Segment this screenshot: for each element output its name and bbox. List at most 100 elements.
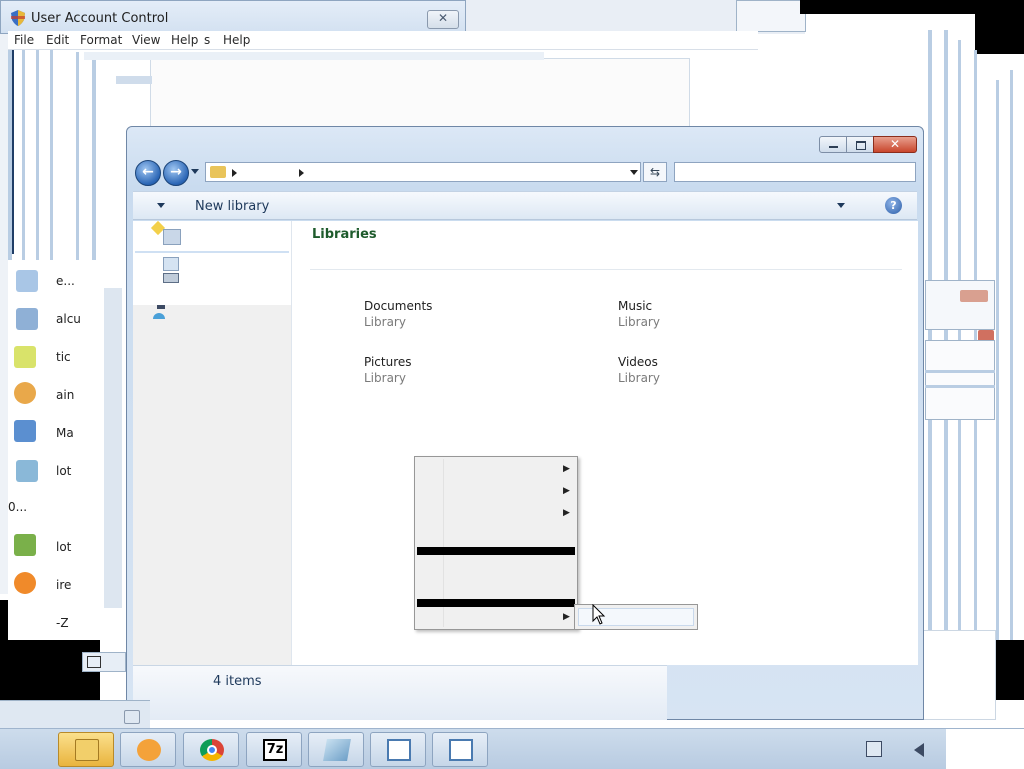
menu-view[interactable]: View [132,33,160,47]
show-desktop-area[interactable] [946,729,1024,769]
explorer-window: ✕ ← → ⇆ New library ? Libraries Document… [126,126,924,720]
maximize-icon [856,141,866,150]
network-icon[interactable] [153,313,165,319]
view-dropdown-icon[interactable] [837,203,845,208]
breadcrumb-arrow-icon[interactable] [299,169,304,177]
library-name: Documents [364,299,433,313]
close-icon [124,710,140,724]
library-icon[interactable] [163,229,181,245]
nav-pane-lower [133,305,291,665]
minimize-button[interactable] [819,136,847,153]
submenu-arrow-icon: ▶ [563,486,570,496]
back-button[interactable]: ← [135,160,161,186]
black-region [994,640,1024,700]
app-label: alcu [56,312,81,326]
library-item-pictures[interactable]: Pictures Library [364,355,504,389]
app-label: -Z [56,616,69,630]
background-window [150,58,690,128]
background-window [736,0,806,32]
taskbar-button-window-2[interactable] [432,732,488,767]
library-item-videos[interactable]: Videos Library [618,355,758,389]
chart-app-icon [14,534,36,556]
media-player-icon [137,739,161,761]
close-icon [960,290,988,302]
notepad-icon [323,739,351,761]
black-region [975,14,1024,54]
window-edge [0,34,8,594]
organize-dropdown-icon[interactable] [157,203,165,208]
taskbar-button-window-1[interactable] [370,732,426,767]
uac-close-button[interactable]: ✕ [427,10,459,29]
breadcrumb-arrow-icon[interactable] [232,169,237,177]
status-bar: 4 items [133,665,667,720]
menu-file[interactable]: File [14,33,34,47]
minimize-icon [829,146,838,148]
grid-icon [87,656,101,668]
window-fragment [82,652,126,672]
menu-separator [417,547,575,555]
app-label: Ma [56,426,74,440]
mouse-cursor-icon [592,604,606,625]
app-label: 0... [8,500,28,514]
context-menu-item[interactable]: ▶ [417,459,575,481]
taskbar-button-7zip[interactable]: 7z [246,732,302,767]
context-menu-item[interactable] [417,557,575,597]
recent-pages-chevron-icon[interactable] [191,169,199,174]
library-type: Library [364,315,406,329]
homegroup-icon[interactable] [163,257,179,271]
context-menu-item[interactable]: ▶ [417,607,575,627]
submenu-arrow-icon: ▶ [563,508,570,518]
context-menu-item[interactable]: ▶ [417,481,575,503]
menu-help[interactable]: Help [171,33,198,47]
forward-button[interactable]: → [163,160,189,186]
library-item-music[interactable]: Music Library [618,299,758,333]
shield-icon [11,10,25,26]
window-edge [84,52,544,60]
library-type: Library [618,315,660,329]
network-tray-icon[interactable] [866,741,882,757]
window-edge [104,288,122,608]
window-edge [116,76,152,84]
background-window [925,280,995,330]
app-label: e... [56,274,75,288]
drive-icon[interactable] [157,305,165,309]
menu-help-2[interactable]: Help [223,33,250,47]
app-label: lot [56,464,72,478]
file-explorer-icon [75,739,99,761]
help-button[interactable]: ? [885,197,902,214]
search-input[interactable] [674,162,916,182]
folder-icon [210,166,226,178]
window-edge [928,30,932,630]
calculator-icon [16,308,38,330]
taskbar-button-media[interactable] [120,732,176,767]
computer-icon[interactable] [163,273,179,283]
app-label: lot [56,540,72,554]
taskbar-button-notepad[interactable] [308,732,364,767]
new-library-button[interactable]: New library [195,199,269,214]
item-count: 4 items [213,674,262,689]
library-name: Music [618,299,653,313]
uac-window: User Account Control ✕ [0,0,466,34]
taskbar-button-explorer[interactable] [58,732,114,767]
library-item-documents[interactable]: Documents Library [364,299,504,333]
refresh-button[interactable]: ⇆ [643,162,667,182]
title-divider [310,269,902,270]
library-name: Videos [618,355,658,369]
window-edge [1010,70,1013,660]
volume-tray-icon[interactable] [914,743,924,757]
menu-edit[interactable]: Edit [46,33,69,47]
app-label: ain [56,388,75,402]
taskbar-button-chrome[interactable] [183,732,239,767]
library-type: Library [364,371,406,385]
context-menu-item[interactable]: ▶ [417,503,575,525]
address-bar[interactable] [205,162,641,182]
sticky-notes-icon [14,346,36,368]
address-dropdown-icon[interactable] [630,170,638,175]
maximize-button[interactable] [846,136,874,153]
window-app-icon [387,739,411,761]
window-app-icon [449,739,473,761]
menu-separator [417,599,575,607]
menu-format[interactable]: Format [80,33,122,47]
content-title: Libraries [312,227,377,242]
close-button[interactable]: ✕ [873,136,917,153]
